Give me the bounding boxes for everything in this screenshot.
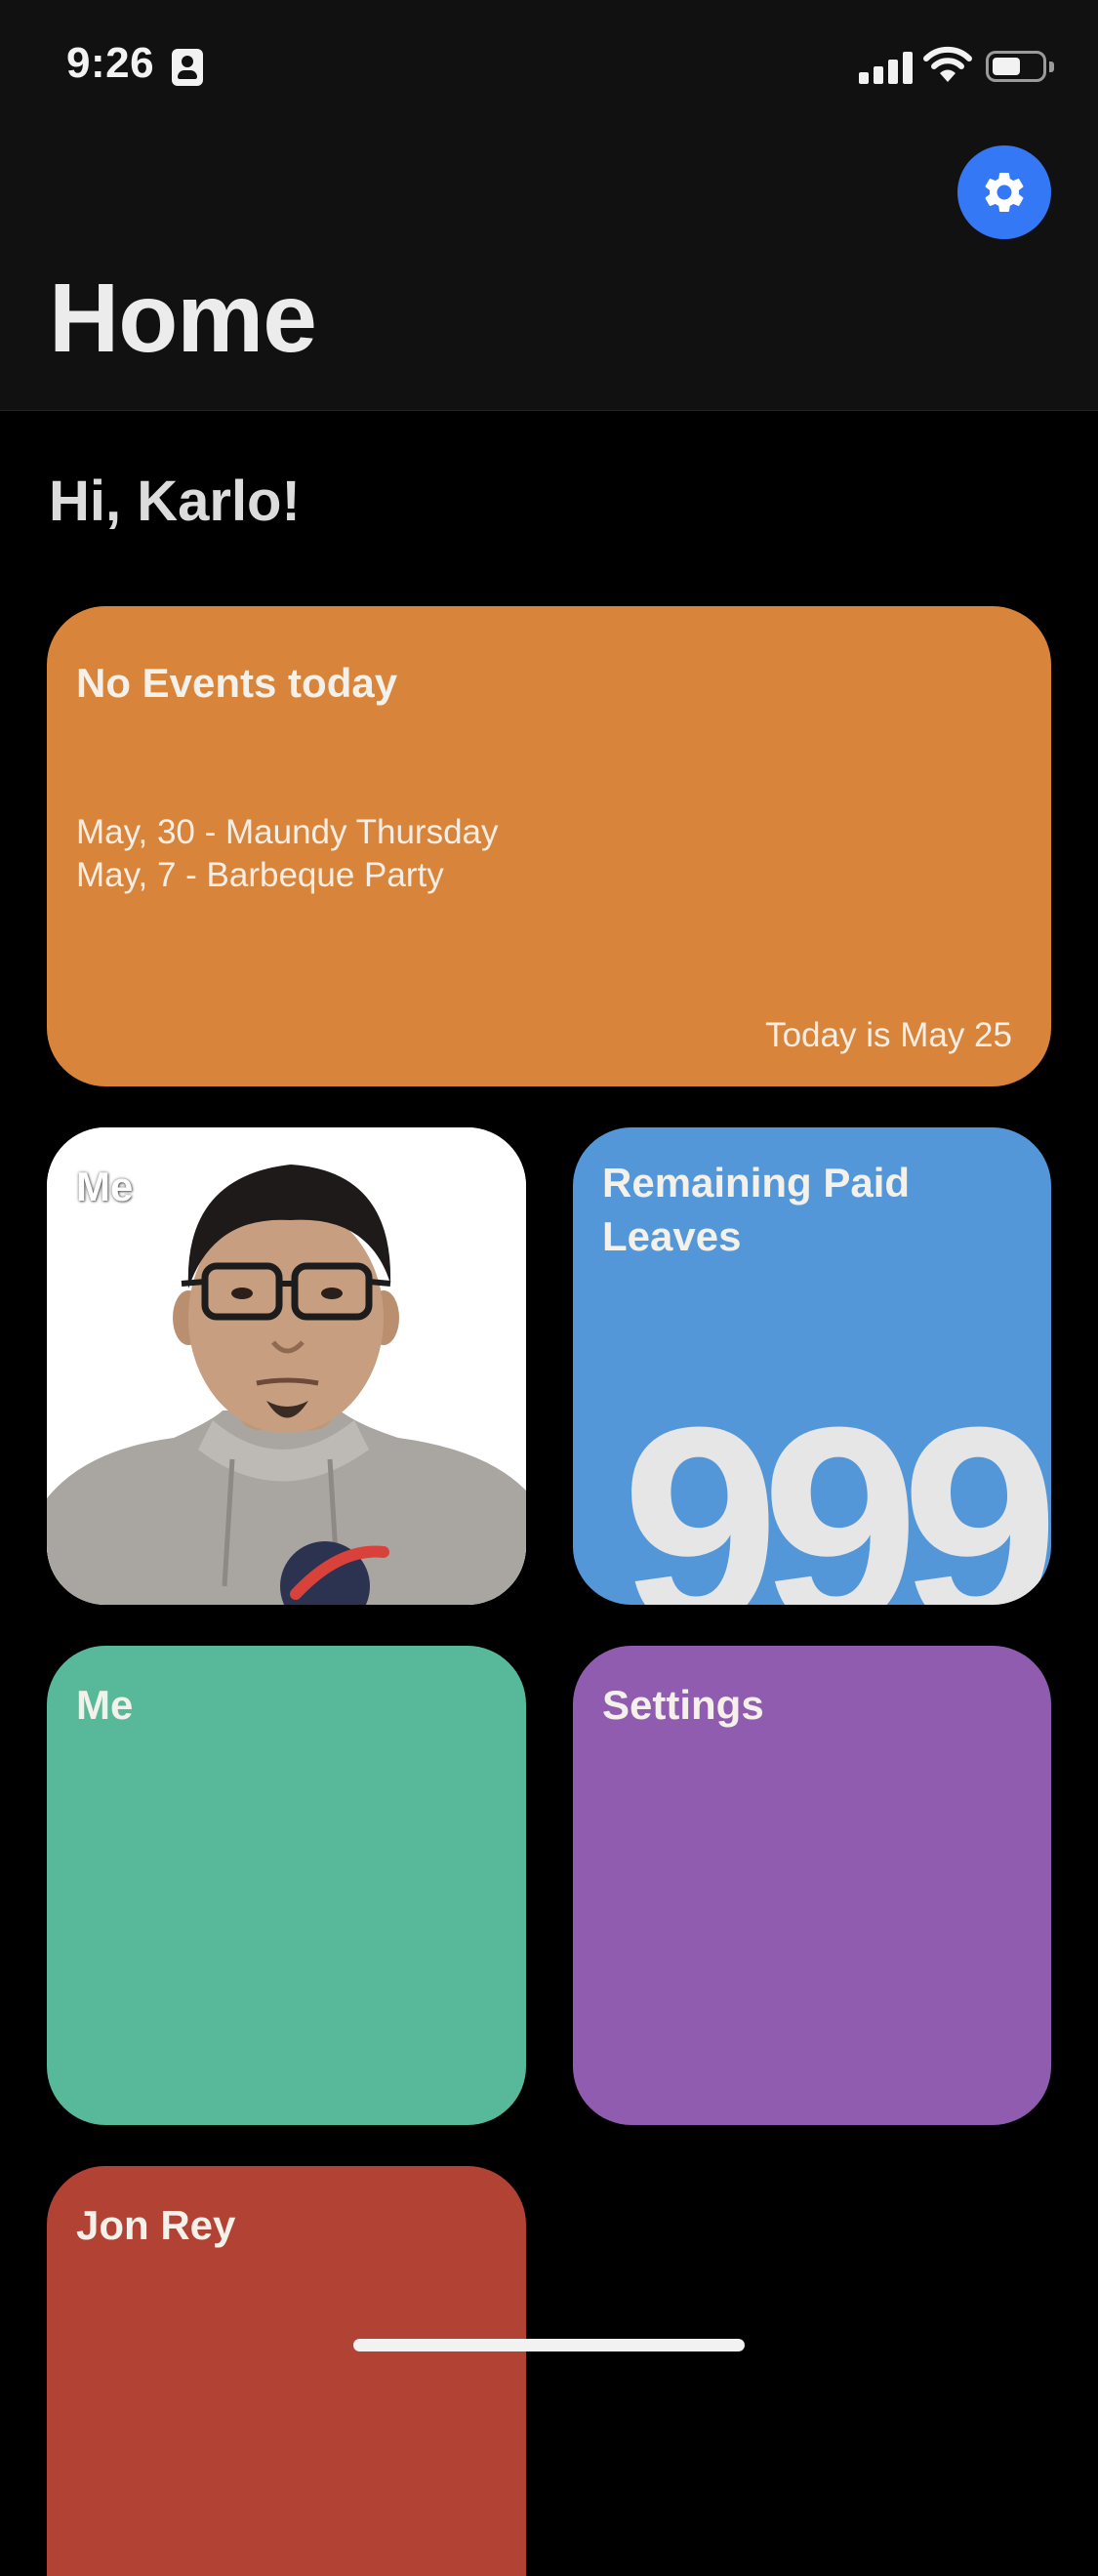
- page-title: Home: [49, 264, 317, 373]
- settings-tile-title: Settings: [602, 1682, 764, 1728]
- contact-card-icon: [172, 49, 203, 86]
- event-item: May, 30 - Maundy Thursday: [76, 813, 499, 851]
- events-tile-title: No Events today: [76, 660, 398, 706]
- gear-icon: [985, 172, 1024, 212]
- me-tile[interactable]: Me: [47, 1646, 526, 2125]
- settings-tile[interactable]: Settings: [573, 1646, 1051, 2125]
- leaves-count: 999: [622, 1369, 1051, 1605]
- leaves-tile-title: Remaining Paid Leaves: [602, 1160, 911, 1259]
- event-item: May, 7 - Barbeque Party: [76, 856, 444, 894]
- wifi-icon: [923, 46, 972, 82]
- battery-cap: [1049, 61, 1054, 72]
- battery-icon: [986, 51, 1046, 82]
- home-indicator[interactable]: [353, 2339, 745, 2351]
- remaining-leaves-tile[interactable]: Remaining Paid Leaves 999: [573, 1127, 1051, 1605]
- status-bar: 9:26: [0, 0, 1098, 137]
- settings-button[interactable]: [957, 145, 1051, 239]
- upcoming-events-list: May, 30 - Maundy Thursday May, 7 - Barbe…: [76, 811, 499, 897]
- photo-tile-title: Me: [76, 1164, 134, 1209]
- jon-rey-tile[interactable]: Jon Rey: [47, 2166, 526, 2576]
- jon-rey-tile-title: Jon Rey: [76, 2202, 236, 2248]
- battery-level: [993, 58, 1020, 75]
- cellular-signal-icon: [859, 51, 914, 84]
- me-tile-title: Me: [76, 1682, 134, 1728]
- today-date-label: Today is May 25: [765, 1016, 1012, 1054]
- profile-photo-tile[interactable]: Me: [47, 1127, 526, 1605]
- status-time: 9:26: [66, 39, 155, 87]
- greeting-text: Hi, Karlo!: [49, 470, 301, 533]
- events-tile[interactable]: No Events today May, 30 - Maundy Thursda…: [47, 606, 1051, 1086]
